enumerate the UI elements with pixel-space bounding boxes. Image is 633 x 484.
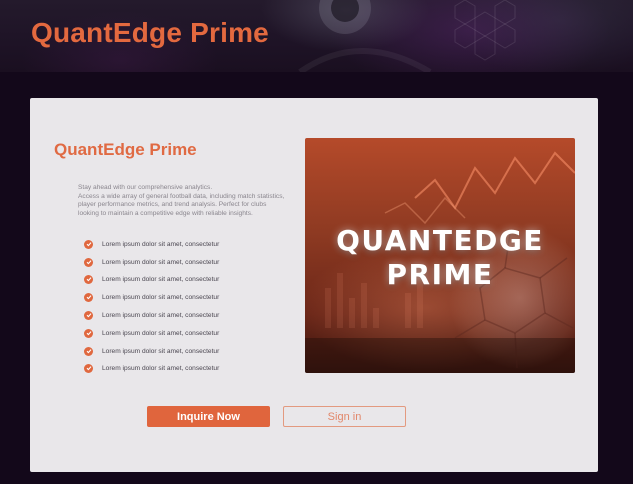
hero-title: QuantEdge Prime xyxy=(31,17,269,48)
card-title: QuantEdge Prime xyxy=(54,140,197,159)
promo-title-line: QUANTEDGE xyxy=(336,224,544,257)
feature-text: Lorem ipsum dolor sit amet, consectetur xyxy=(102,311,220,319)
sign-in-button[interactable]: Sign in xyxy=(283,406,406,427)
inquire-now-button[interactable]: Inquire Now xyxy=(147,406,270,427)
feature-text: Lorem ipsum dolor sit amet, consectetur xyxy=(102,240,220,248)
feature-text: Lorem ipsum dolor sit amet, consectetur xyxy=(102,275,220,283)
feature-item: Lorem ipsum dolor sit amet, consectetur xyxy=(84,309,219,321)
check-circle-icon xyxy=(84,239,93,249)
feature-text: Lorem ipsum dolor sit amet, consectetur xyxy=(102,258,220,266)
description-line: player performance metrics, and trend an… xyxy=(78,201,267,209)
feature-text: Lorem ipsum dolor sit amet, consectetur xyxy=(102,329,220,337)
feature-item: Lorem ipsum dolor sit amet, consectetur xyxy=(84,273,219,285)
feature-item: Lorem ipsum dolor sit amet, consectetur xyxy=(84,256,219,268)
description-line: looking to maintain a competitive edge w… xyxy=(78,209,253,217)
description-line: Stay ahead with our comprehensive analyt… xyxy=(78,184,213,191)
promo-image: QUANTEDGE PRIME xyxy=(305,138,575,373)
check-circle-icon xyxy=(84,328,93,338)
check-circle-icon xyxy=(84,346,93,356)
check-circle-icon xyxy=(84,292,93,302)
feature-text: Lorem ipsum dolor sit amet, consectetur xyxy=(102,364,220,372)
product-card: QuantEdge Prime Stay ahead with our comp… xyxy=(30,98,598,472)
check-circle-icon xyxy=(84,363,93,373)
feature-item: Lorem ipsum dolor sit amet, consectetur xyxy=(84,345,219,357)
feature-item: Lorem ipsum dolor sit amet, consectetur xyxy=(84,238,219,250)
hero-banner: QuantEdge Prime xyxy=(0,0,633,72)
feature-item: Lorem ipsum dolor sit amet, consectetur xyxy=(84,362,219,374)
check-circle-icon xyxy=(84,274,93,284)
description-line: Access a wide array of general football … xyxy=(78,192,285,200)
feature-item: Lorem ipsum dolor sit amet, consectetur xyxy=(84,327,219,339)
check-circle-icon xyxy=(84,257,93,267)
feature-item: Lorem ipsum dolor sit amet, consectetur xyxy=(84,291,219,303)
feature-text: Lorem ipsum dolor sit amet, consectetur xyxy=(102,347,220,355)
feature-text: Lorem ipsum dolor sit amet, consectetur xyxy=(102,293,220,301)
check-circle-icon xyxy=(84,310,93,320)
promo-title-line: PRIME xyxy=(386,258,494,291)
product-description: Stay ahead with our comprehensive analyt… xyxy=(78,184,298,218)
